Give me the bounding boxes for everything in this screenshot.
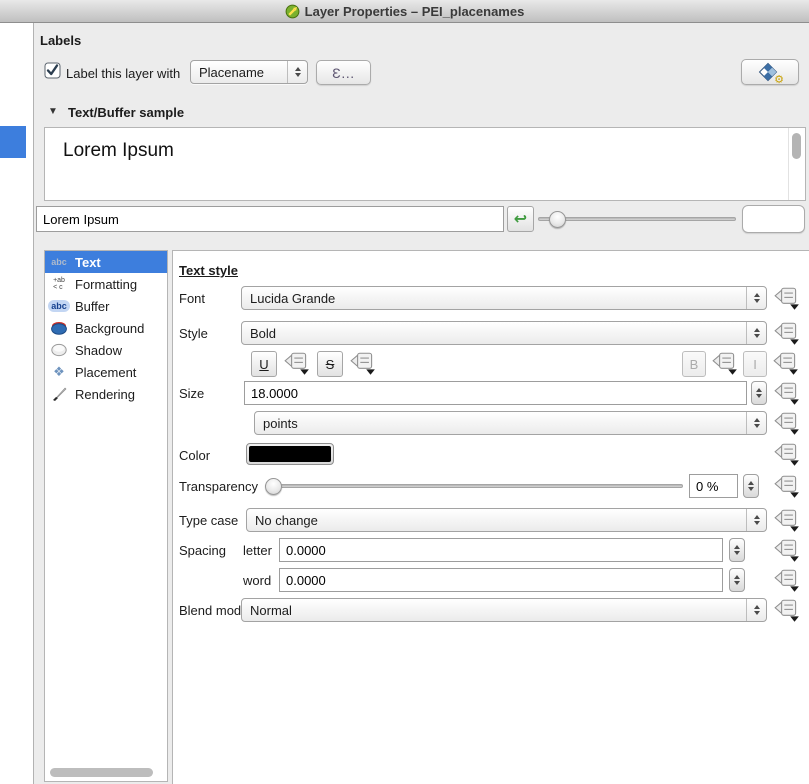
data-defined-override-icon[interactable] (773, 569, 801, 593)
data-defined-override-icon[interactable] (773, 382, 801, 406)
sidebar-item-placement[interactable]: ❖ Placement (45, 361, 167, 383)
text-style-title: Text style (179, 263, 238, 278)
properties-tab-strip (0, 23, 34, 784)
rendering-icon (49, 386, 69, 402)
formatting-icon: +ab< c (49, 277, 69, 291)
label-preview-box: Lorem Ipsum (44, 127, 806, 201)
expression-builder-button[interactable]: Ɛ… (316, 60, 371, 85)
title-bar[interactable]: Layer Properties – PEI_placenames (0, 0, 809, 23)
background-icon (49, 321, 69, 335)
data-defined-override-icon[interactable] (772, 352, 800, 376)
data-defined-override-icon[interactable] (773, 287, 801, 311)
layer-properties-window: Layer Properties – PEI_placenames Labels… (0, 0, 809, 784)
data-defined-override-icon[interactable] (773, 412, 801, 436)
dropdown-stepper-icon (746, 322, 766, 344)
window-title: Layer Properties – PEI_placenames (305, 4, 525, 19)
label-engine-settings-button[interactable]: ⚙ (741, 59, 799, 85)
italic-button[interactable]: I (743, 351, 767, 377)
data-defined-override-icon[interactable] (773, 443, 801, 467)
dropdown-stepper-icon (746, 509, 766, 531)
dropdown-stepper-icon (746, 412, 766, 434)
font-dropdown[interactable]: Lucida Grande (241, 286, 767, 310)
word-spacing-stepper[interactable] (729, 568, 745, 592)
abc-icon: abc (49, 257, 69, 267)
sidebar-item-rendering[interactable]: Rendering (45, 383, 167, 405)
sample-size-slider-handle[interactable] (549, 211, 566, 228)
sidebar-item-buffer[interactable]: abc Buffer (45, 295, 167, 317)
data-defined-override-icon[interactable] (773, 539, 801, 563)
font-label: Font (179, 291, 205, 306)
dropdown-stepper-icon (746, 287, 766, 309)
collapse-triangle-icon[interactable]: ▼ (48, 106, 58, 117)
dropdown-stepper-icon (287, 61, 307, 83)
sample-section-title: Text/Buffer sample (68, 105, 184, 120)
sidebar-item-text[interactable]: abc Text (45, 251, 167, 273)
preview-scrollbar-thumb[interactable] (792, 133, 801, 159)
placement-icon: ❖ (49, 364, 69, 380)
sample-size-slider-track[interactable] (538, 217, 736, 221)
reset-arrow-icon: ↩ (514, 209, 527, 229)
size-label: Size (179, 386, 204, 401)
sidebar-item-shadow[interactable]: Shadow (45, 339, 167, 361)
transparency-stepper[interactable] (743, 474, 759, 498)
blend-mode-label: Blend mode (179, 603, 248, 618)
data-defined-override-icon[interactable] (349, 352, 377, 376)
data-defined-override-icon[interactable] (711, 352, 739, 376)
font-color-swatch[interactable] (246, 443, 334, 465)
blend-mode-dropdown[interactable]: Normal (241, 598, 767, 622)
spacing-label: Spacing (179, 543, 226, 558)
buffer-icon: abc (49, 300, 69, 312)
preview-scrollbar-track (788, 128, 789, 200)
label-field-value: Placename (199, 65, 264, 80)
transparency-input[interactable] (689, 474, 738, 498)
label-this-layer-checkbox[interactable] (44, 62, 61, 79)
qgis-logo-icon (285, 4, 300, 19)
style-dropdown[interactable]: Bold (241, 321, 767, 345)
label-field-dropdown[interactable]: Placename (190, 60, 308, 84)
sidebar-item-background[interactable]: Background (45, 317, 167, 339)
text-style-panel: Text style Font Lucida Grande Style Bold… (172, 250, 809, 784)
dropdown-stepper-icon (746, 599, 766, 621)
bold-button[interactable]: B (682, 351, 706, 377)
letter-label: letter (243, 543, 272, 558)
color-label: Color (179, 448, 210, 463)
sidebar-item-formatting[interactable]: +ab< c Formatting (45, 273, 167, 295)
data-defined-override-icon[interactable] (773, 599, 801, 623)
labels-heading: Labels (40, 33, 81, 48)
type-case-label: Type case (179, 513, 238, 528)
gear-icon: ⚙ (774, 73, 784, 86)
shadow-icon (49, 343, 69, 357)
data-defined-override-icon[interactable] (773, 509, 801, 533)
label-settings-list: abc Text +ab< c Formatting abc Buffer Ba… (44, 250, 168, 782)
label-this-layer-label: Label this layer with (66, 66, 180, 81)
strikeout-button[interactable]: S (317, 351, 343, 377)
epsilon-icon: Ɛ… (332, 65, 354, 81)
transparency-slider-handle[interactable] (265, 478, 282, 495)
list-scrollbar-thumb[interactable] (50, 768, 153, 777)
reset-sample-button[interactable]: ↩ (507, 206, 534, 232)
size-input[interactable] (244, 381, 747, 405)
word-label: word (243, 573, 271, 588)
style-label: Style (179, 326, 208, 341)
label-preview-text: Lorem Ipsum (63, 140, 174, 162)
data-defined-override-icon[interactable] (773, 322, 801, 346)
data-defined-override-icon[interactable] (283, 352, 311, 376)
data-defined-override-icon[interactable] (773, 475, 801, 499)
transparency-label: Transparency (179, 479, 258, 494)
sample-text-input[interactable] (36, 206, 504, 232)
letter-spacing-input[interactable] (279, 538, 723, 562)
word-spacing-input[interactable] (279, 568, 723, 592)
underline-button[interactable]: U (251, 351, 277, 377)
sample-scale-box[interactable] (742, 205, 805, 233)
automated-placement-icon: ⚙ (758, 62, 782, 82)
type-case-dropdown[interactable]: No change (246, 508, 767, 532)
size-stepper[interactable] (751, 381, 767, 405)
properties-tab-selected[interactable] (0, 126, 26, 158)
letter-spacing-stepper[interactable] (729, 538, 745, 562)
size-unit-dropdown[interactable]: points (254, 411, 767, 435)
transparency-slider-track[interactable] (265, 484, 683, 488)
